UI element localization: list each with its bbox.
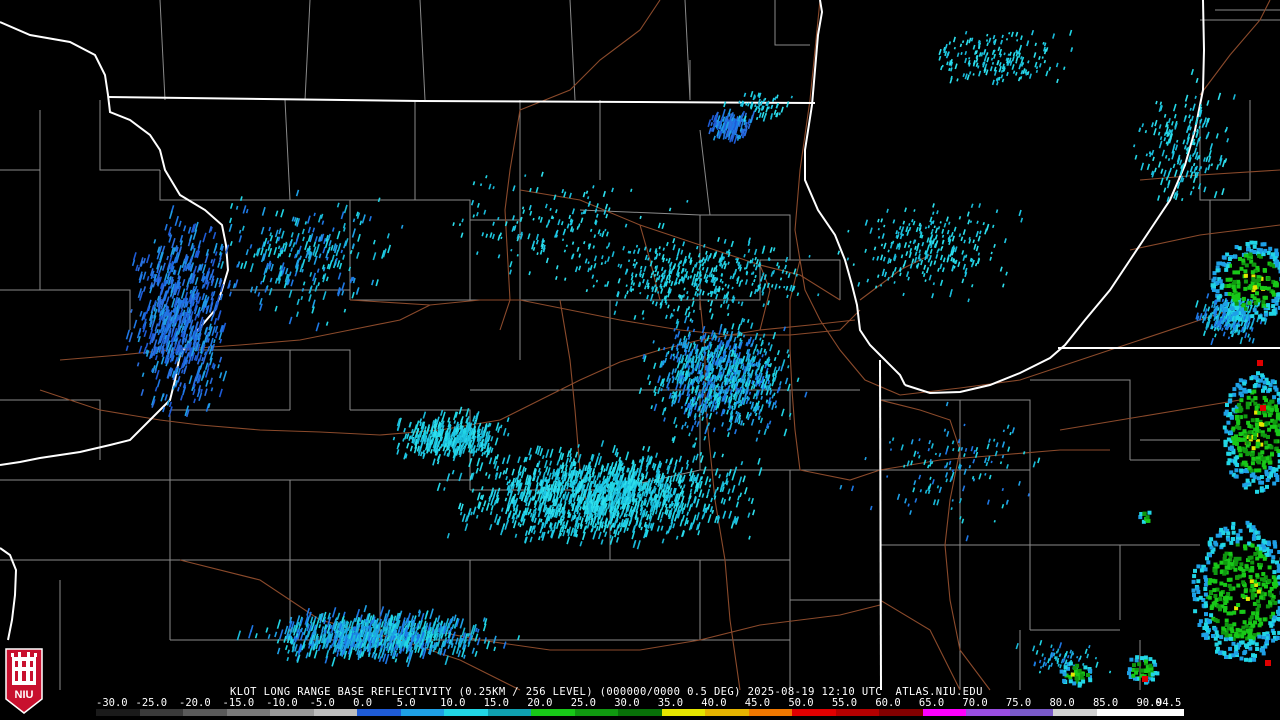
scale-tick-label: 94.5 xyxy=(1156,697,1182,709)
scale-tick-label: 50.0 xyxy=(788,697,814,709)
scale-tick-label: -15.0 xyxy=(222,697,255,709)
scale-color-segment xyxy=(1009,709,1054,716)
scale-tick-label: 5.0 xyxy=(396,697,416,709)
scale-color-segment xyxy=(1096,709,1141,716)
scale-tick-label: 65.0 xyxy=(918,697,945,709)
scale-color-segment xyxy=(661,709,706,716)
scale-color-segment xyxy=(313,709,358,716)
radar-map-view: NIU KLOT LONG RANGE BASE REFLECTIVITY (0… xyxy=(0,0,1280,720)
color-scale-labels: -30.0 -25.0 -20.0 -15.0 -10.0 -5.0 0.0 5.0 10.0 1… xyxy=(96,698,1196,709)
scale-color-segment xyxy=(1140,709,1184,716)
scale-color-segment xyxy=(487,709,532,716)
scale-tick-label: -20.0 xyxy=(179,697,211,709)
niu-logo: NIU xyxy=(2,647,46,717)
scale-color-segment xyxy=(618,709,662,716)
scale-tick-label: 40.0 xyxy=(701,697,727,709)
scale-tick-label: 70.0 xyxy=(962,697,988,709)
scale-color-segment xyxy=(139,709,184,716)
scale-tick-label: 85.0 xyxy=(1092,697,1119,709)
scale-color-segment xyxy=(444,709,488,716)
scale-tick-label: 30.0 xyxy=(614,697,640,709)
scale-tick-label: 0.0 xyxy=(353,697,373,709)
scale-color-segment xyxy=(705,709,749,716)
scale-tick-label: -25.0 xyxy=(135,697,168,709)
scale-color-segment xyxy=(183,709,227,716)
scale-tick-label: 20.0 xyxy=(527,697,553,709)
scale-color-segment xyxy=(792,709,836,716)
scale-tick-label: 75.0 xyxy=(1005,697,1032,709)
scale-color-segment xyxy=(226,709,271,716)
scale-tick-label: 10.0 xyxy=(440,697,466,709)
scale-color-segment xyxy=(879,709,923,716)
scale-tick-label: 60.0 xyxy=(875,697,901,709)
scale-tick-label: 15.0 xyxy=(483,697,509,709)
scale-color-segment xyxy=(835,709,880,716)
logo-text: NIU xyxy=(15,689,34,701)
scale-color-segment xyxy=(748,709,793,716)
scale-tick-label: 45.0 xyxy=(744,697,771,709)
color-scale-bar xyxy=(96,709,1184,716)
scale-tick-label: 35.0 xyxy=(657,697,684,709)
scale-tick-label: -30.0 xyxy=(96,697,128,709)
scale-color-segment xyxy=(270,709,314,716)
scale-color-segment xyxy=(357,709,401,716)
scale-color-segment xyxy=(922,709,967,716)
scale-tick-label: 25.0 xyxy=(570,697,597,709)
scale-color-segment xyxy=(531,709,575,716)
scale-tick-label: -5.0 xyxy=(309,697,335,709)
scale-color-segment xyxy=(400,709,445,716)
product-caption: KLOT LONG RANGE BASE REFLECTIVITY (0.25K… xyxy=(230,687,983,698)
scale-color-segment xyxy=(96,709,140,716)
scale-color-segment xyxy=(966,709,1010,716)
scale-tick-label: -10.0 xyxy=(266,697,298,709)
reflectivity-echoes xyxy=(125,29,1280,688)
scale-tick-label: 80.0 xyxy=(1049,697,1075,709)
echo-streaks xyxy=(125,29,1280,688)
scale-tick-label: 55.0 xyxy=(831,697,858,709)
scale-color-segment xyxy=(1053,709,1097,716)
scale-color-segment xyxy=(574,709,619,716)
